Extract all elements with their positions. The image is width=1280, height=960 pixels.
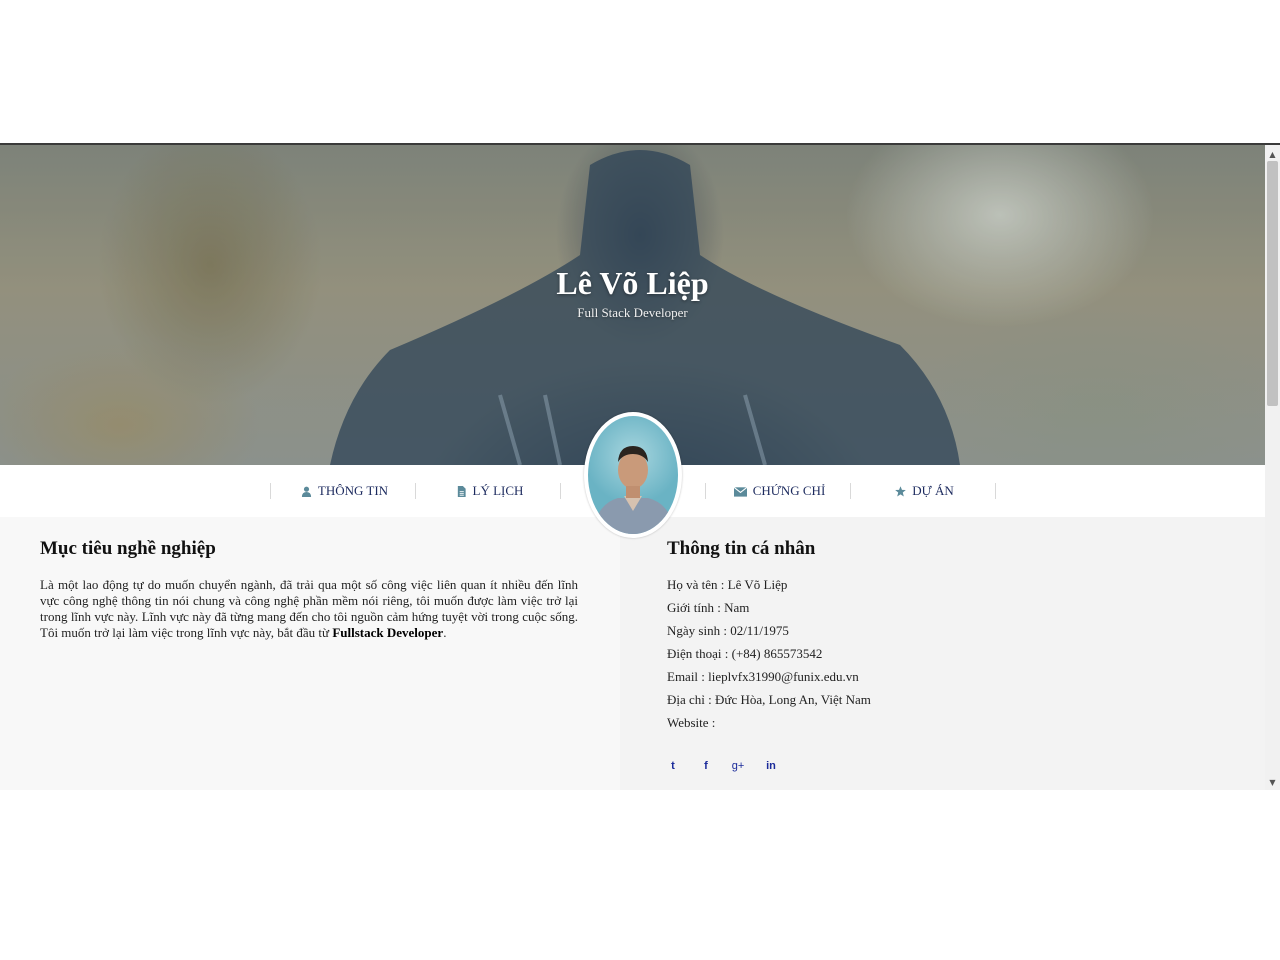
personal-info-heading: Thông tin cá nhân	[667, 538, 816, 559]
nav-label: LÝ LỊCH	[472, 483, 524, 498]
page-viewport: Lê Võ Liệp Full Stack Developer THÔNG TI…	[0, 145, 1265, 790]
nav-label: DỰ ÁN	[912, 483, 954, 498]
twitter-icon[interactable]: t	[666, 759, 680, 773]
nav-divider	[705, 483, 706, 499]
objective-highlight: Fullstack Developer	[332, 625, 444, 640]
user-icon	[301, 486, 311, 497]
facebook-icon[interactable]: f	[699, 759, 713, 773]
profile-title: Full Stack Developer	[577, 305, 688, 320]
linkedin-icon[interactable]: in	[764, 759, 778, 773]
nav-divider	[995, 483, 996, 499]
content-section: Mục tiêu nghề nghiệp Là một lao động tự …	[0, 517, 1265, 790]
objective-body: Là một lao động tự do muốn chuyển ngành,…	[40, 577, 578, 640]
objective-heading: Mục tiêu nghề nghiệp	[40, 538, 216, 559]
objective-panel: Mục tiêu nghề nghiệp Là một lao động tự …	[0, 517, 620, 790]
nav-divider	[415, 483, 416, 499]
file-icon	[457, 485, 466, 497]
avatar-photo	[588, 416, 678, 534]
personal-info-panel: Thông tin cá nhân Họ và tên : Lê Võ Liệp…	[620, 517, 1265, 790]
page-frame: Lê Võ Liệp Full Stack Developer THÔNG TI…	[0, 143, 1280, 790]
vertical-scrollbar[interactable]: ▲ ▼	[1265, 145, 1280, 790]
info-website: Website :	[667, 715, 716, 730]
nav-item-du-an[interactable]: DỰ ÁN	[852, 465, 997, 517]
scrollbar-thumb[interactable]	[1267, 161, 1278, 406]
nav-item-thong-tin[interactable]: THÔNG TIN	[272, 465, 417, 517]
info-gender: Giới tính : Nam	[667, 600, 750, 615]
star-icon	[895, 485, 907, 497]
nav-divider	[560, 483, 561, 499]
envelope-icon	[733, 486, 747, 497]
avatar-portrait	[593, 446, 674, 534]
info-fullname: Họ và tên : Lê Võ Liệp	[667, 577, 788, 592]
avatar[interactable]	[584, 412, 682, 538]
info-phone: Điện thoại : (+84) 865573542	[667, 646, 823, 661]
nav-divider	[850, 483, 851, 499]
nav-divider	[270, 483, 271, 499]
google-plus-icon[interactable]: g+	[731, 759, 745, 773]
objective-end: .	[443, 625, 447, 640]
nav-item-ly-lich[interactable]: LÝ LỊCH	[417, 465, 562, 517]
profile-name: Lê Võ Liệp	[556, 265, 709, 301]
scroll-down-arrow-icon[interactable]: ▼	[1265, 775, 1280, 789]
objective-text: Là một lao động tự do muốn chuyển ngành,…	[40, 577, 578, 641]
nav-label: THÔNG TIN	[317, 483, 389, 498]
info-email: Email : lieplvfx31990@funix.edu.vn	[667, 669, 859, 684]
info-birthdate: Ngày sinh : 02/11/1975	[667, 623, 789, 638]
info-address: Địa chỉ : Đức Hòa, Long An, Việt Nam	[667, 692, 871, 707]
scroll-up-arrow-icon[interactable]: ▲	[1265, 147, 1280, 161]
nav-label: CHỨNG CHỈ	[752, 483, 826, 498]
nav-item-chung-chi[interactable]: CHỨNG CHỈ	[707, 465, 852, 517]
